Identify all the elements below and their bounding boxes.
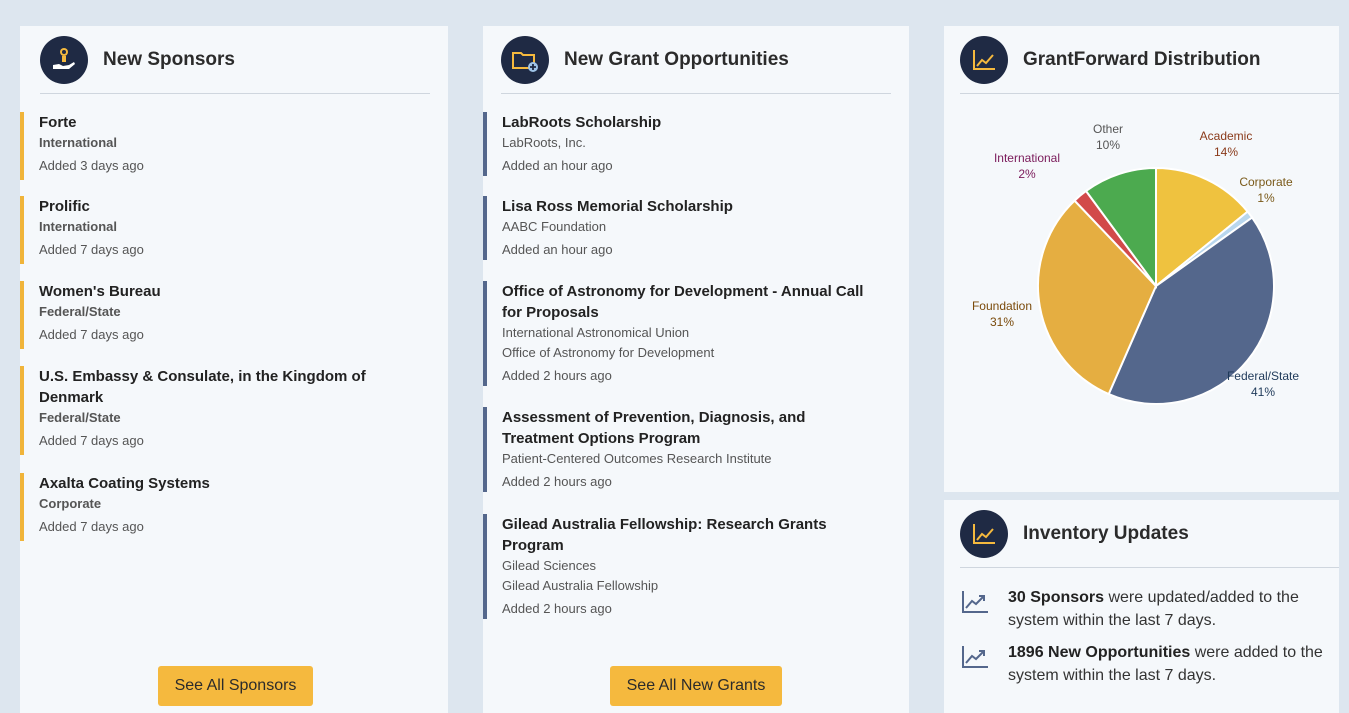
sponsor-type: International (39, 219, 118, 234)
pie-value-label: 41% (1251, 385, 1275, 399)
grant-org: Gilead Sciences (502, 558, 596, 573)
trend-up-icon (962, 646, 988, 668)
pie-label: International (994, 151, 1060, 165)
grants-divider (501, 93, 891, 94)
grant-item[interactable]: Office of Astronomy for Development - An… (483, 281, 873, 386)
sponsor-name[interactable]: Prolific (39, 196, 144, 217)
sponsor-added: Added 7 days ago (39, 327, 144, 342)
pie-label: Federal/State (1227, 369, 1299, 383)
inventory-row-text: 1896 New Opportunities were added to the… (1008, 641, 1338, 687)
sponsor-type: Corporate (39, 496, 102, 511)
grant-org: Gilead Australia Fellowship (502, 578, 659, 593)
new-grants-panel: New Grant Opportunities LabRoots Scholar… (483, 26, 909, 713)
grant-title[interactable]: Assessment of Prevention, Diagnosis, and… (502, 407, 873, 449)
sponsor-type: International (39, 135, 118, 150)
see-all-new-grants-button[interactable]: See All New Grants (610, 666, 782, 706)
sponsor-item[interactable]: Women's Bureau Federal/State Added 7 day… (20, 281, 161, 349)
grant-item[interactable]: Lisa Ross Memorial Scholarship AABC Foun… (483, 196, 873, 260)
grant-added: Added 2 hours ago (502, 368, 612, 383)
sponsor-item[interactable]: Forte International Added 3 days ago (20, 112, 144, 180)
hand-award-icon (40, 36, 88, 84)
grant-org: Patient-Centered Outcomes Research Insti… (502, 451, 772, 466)
grant-item[interactable]: Gilead Australia Fellowship: Research Gr… (483, 514, 873, 619)
pie-label: Foundation (972, 299, 1032, 313)
grant-org: LabRoots, Inc. (502, 135, 586, 150)
sponsors-divider (40, 93, 430, 94)
grants-title: New Grant Opportunities (564, 49, 789, 70)
grant-added: Added an hour ago (502, 158, 613, 173)
grant-item[interactable]: LabRoots Scholarship LabRoots, Inc. Adde… (483, 112, 873, 176)
distribution-divider (960, 93, 1339, 94)
grant-added: Added 2 hours ago (502, 601, 612, 616)
pie-value-label: 2% (1018, 167, 1036, 181)
inventory-title: Inventory Updates (1023, 523, 1189, 544)
inventory-row: 30 Sponsors were updated/added to the sy… (960, 586, 1338, 632)
pie-label: Corporate (1239, 175, 1293, 189)
sponsor-type: Federal/State (39, 304, 121, 319)
inventory-updates-panel: Inventory Updates 30 Sponsors were updat… (944, 500, 1339, 713)
sponsor-type: Federal/State (39, 410, 121, 425)
distribution-pie-chart: Academic 14% Corporate 1% Federal/State 41% Fo… (972, 122, 1299, 405)
inventory-header: Inventory Updates (960, 510, 1189, 558)
grant-item[interactable]: Assessment of Prevention, Diagnosis, and… (483, 407, 873, 492)
distribution-header: GrantForward Distribution (960, 36, 1261, 84)
grant-title[interactable]: Gilead Australia Fellowship: Research Gr… (502, 514, 873, 556)
pie-label: Academic (1200, 129, 1253, 143)
inventory-count: 30 Sponsors (1008, 589, 1105, 606)
pie-label: Other (1093, 122, 1123, 136)
trend-up-icon (962, 591, 988, 613)
sponsor-name[interactable]: Axalta Coating Systems (39, 473, 210, 494)
distribution-title: GrantForward Distribution (1023, 49, 1261, 70)
grant-title[interactable]: Lisa Ross Memorial Scholarship (502, 196, 873, 217)
inventory-row-text: 30 Sponsors were updated/added to the sy… (1008, 586, 1338, 632)
new-sponsors-panel: New Sponsors Forte International Added 3… (20, 26, 448, 713)
sponsor-name[interactable]: U.S. Embassy & Consulate, in the Kingdom… (39, 366, 390, 408)
grant-org: International Astronomical Union (502, 325, 690, 340)
pie-value-label: 10% (1096, 138, 1120, 152)
distribution-panel: GrantForward Distribution Academic 14% Cor… (944, 26, 1339, 492)
grant-added: Added 2 hours ago (502, 474, 612, 489)
sponsor-added: Added 7 days ago (39, 433, 144, 448)
sponsor-name[interactable]: Forte (39, 112, 144, 133)
sponsor-item[interactable]: Prolific International Added 7 days ago (20, 196, 144, 264)
grant-title[interactable]: Office of Astronomy for Development - An… (502, 281, 873, 323)
pie-value-label: 1% (1257, 191, 1275, 205)
sponsor-added: Added 7 days ago (39, 242, 144, 257)
sponsor-name[interactable]: Women's Bureau (39, 281, 161, 302)
see-all-sponsors-button[interactable]: See All Sponsors (158, 666, 313, 706)
sponsor-added: Added 3 days ago (39, 158, 144, 173)
grant-org: AABC Foundation (502, 219, 607, 234)
sponsor-added: Added 7 days ago (39, 519, 144, 534)
pie-value-label: 31% (990, 315, 1014, 329)
grant-org: Office of Astronomy for Development (502, 345, 715, 360)
grant-title[interactable]: LabRoots Scholarship (502, 112, 873, 133)
grant-added: Added an hour ago (502, 242, 613, 257)
sponsor-item[interactable]: Axalta Coating Systems Corporate Added 7… (20, 473, 210, 541)
sponsors-title: New Sponsors (103, 49, 235, 70)
sponsors-header: New Sponsors (40, 36, 235, 84)
line-chart-icon (960, 36, 1008, 84)
folder-plus-icon (501, 36, 549, 84)
inventory-count: 1896 New Opportunities (1008, 644, 1191, 661)
sponsor-item[interactable]: U.S. Embassy & Consulate, in the Kingdom… (20, 366, 390, 455)
inventory-row: 1896 New Opportunities were added to the… (960, 641, 1338, 687)
grants-header: New Grant Opportunities (501, 36, 789, 84)
pie-value-label: 14% (1214, 145, 1238, 159)
line-chart-icon (960, 510, 1008, 558)
inventory-divider (960, 567, 1339, 568)
